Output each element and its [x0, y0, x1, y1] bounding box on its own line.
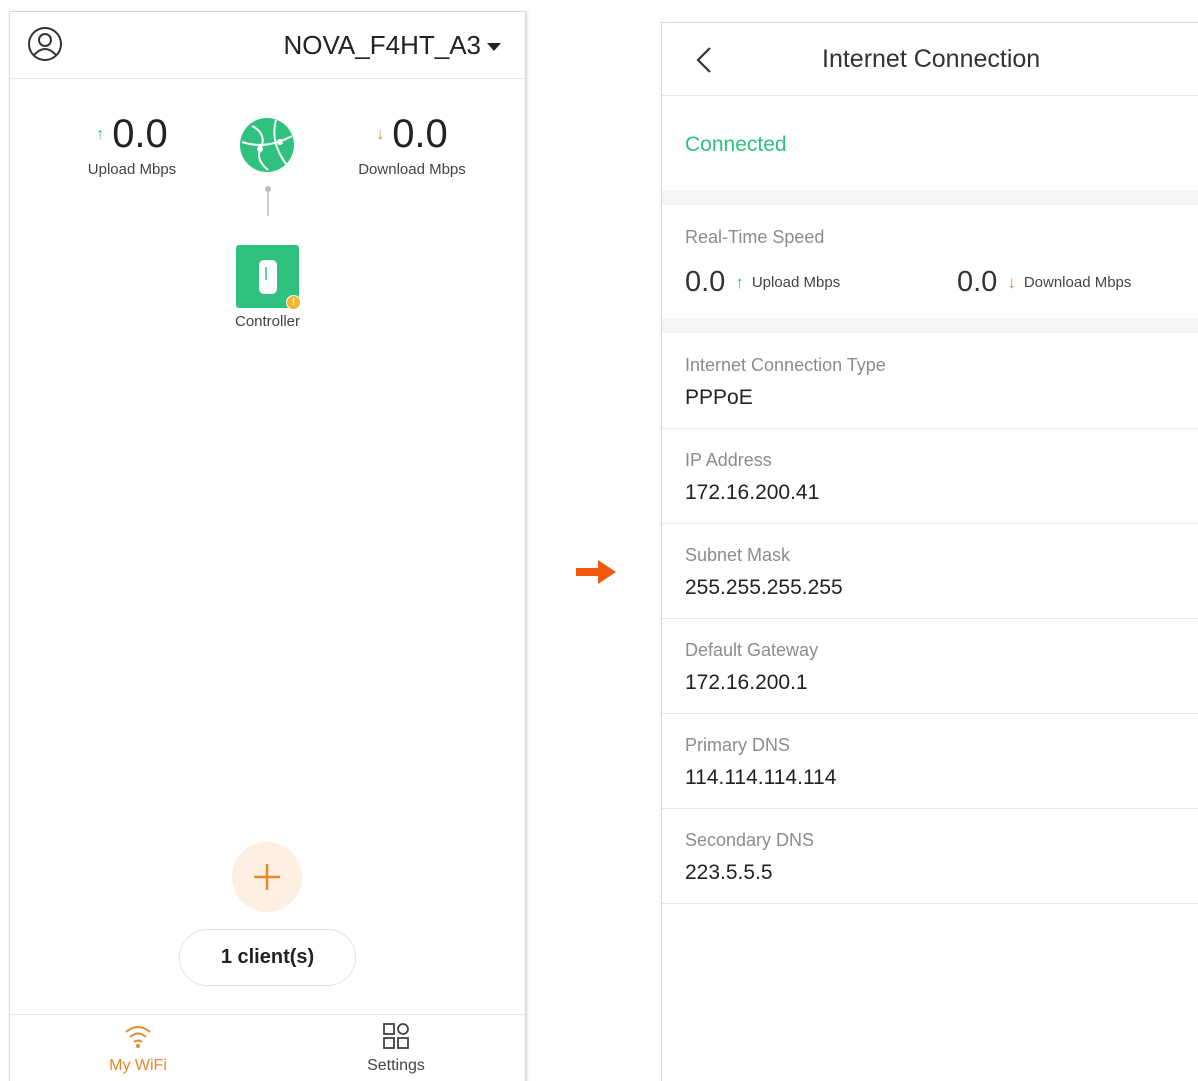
row-divider [662, 618, 1198, 619]
controller-label: Controller [234, 313, 301, 330]
row-divider [662, 523, 1198, 524]
nav-my-wifi[interactable]: My WiFi [78, 1021, 198, 1075]
router-device-icon [258, 259, 277, 294]
top-bar: NOVA_F4HT_A3 [10, 12, 525, 79]
wifi-icon [125, 1026, 151, 1048]
connection-status: Connected [685, 133, 787, 156]
arrow-down-icon: ↓ [1007, 272, 1016, 292]
warning-badge: ! [286, 295, 301, 310]
nav-settings-label: Settings [367, 1057, 425, 1074]
internet-connection-screen: Internet Connection Connected Real-Time … [661, 22, 1198, 1081]
download-label: Download Mbps [358, 161, 466, 178]
default-gateway-value: 172.16.200.1 [685, 671, 808, 694]
realtime-download-value: 0.0 [957, 266, 998, 298]
arrow-up-icon: ↑ [96, 125, 105, 143]
secondary-dns-value: 223.5.5.5 [685, 861, 773, 884]
primary-dns-value: 114.114.114.114 [685, 766, 837, 789]
ip-address-label: IP Address [685, 450, 772, 470]
nav-settings[interactable]: Settings [336, 1021, 456, 1075]
nav-my-wifi-label: My WiFi [109, 1057, 167, 1074]
page-title: Internet Connection [822, 45, 1041, 73]
connection-type-value: PPPoE [685, 386, 753, 409]
user-account-icon[interactable] [27, 26, 63, 62]
upload-speed: ↑ 0.0 Upload Mbps [72, 112, 192, 178]
arrow-down-icon: ↓ [376, 125, 385, 143]
my-wifi-screen: NOVA_F4HT_A3 ↑ 0.0 Upload Mbps ↓ 0.0 Dow… [9, 11, 526, 1081]
clients-button[interactable]: 1 client(s) [179, 929, 356, 986]
realtime-upload: 0.0 ↑ Upload Mbps [685, 266, 840, 299]
row-divider [662, 903, 1198, 904]
row-divider [662, 808, 1198, 809]
realtime-upload-value: 0.0 [685, 266, 726, 298]
plus-icon [254, 864, 280, 890]
section-divider [662, 190, 1198, 205]
default-gateway-label: Default Gateway [685, 640, 819, 660]
primary-dns-label: Primary DNS [685, 735, 791, 755]
row-divider [662, 428, 1198, 429]
ip-address-value: 172.16.200.41 [685, 481, 820, 504]
subnet-mask-value: 255.255.255.255 [685, 576, 843, 599]
top-bar: Internet Connection [662, 23, 1198, 96]
secondary-dns-label: Secondary DNS [685, 830, 815, 850]
realtime-download-unit: Download Mbps [1023, 274, 1132, 291]
grid-icon [383, 1023, 409, 1049]
upload-value: 0.0 [112, 112, 168, 156]
back-icon[interactable] [694, 45, 714, 75]
internet-globe-icon[interactable] [238, 116, 296, 174]
arrow-up-icon: ↑ [735, 272, 744, 292]
subnet-mask-label: Subnet Mask [685, 545, 791, 565]
bottom-nav: My WiFi Settings [10, 1014, 525, 1081]
connection-line [267, 192, 269, 216]
realtime-download: 0.0 ↓ Download Mbps [957, 266, 1131, 299]
section-divider [662, 318, 1198, 333]
network-name: NOVA_F4HT_A3 [283, 30, 481, 60]
arrow-right-icon [576, 560, 616, 584]
caret-down-icon [487, 42, 501, 51]
connection-type-label: Internet Connection Type [685, 355, 886, 375]
network-selector[interactable]: NOVA_F4HT_A3 [284, 30, 501, 61]
download-speed: ↓ 0.0 Download Mbps [352, 112, 472, 178]
upload-label: Upload Mbps [87, 161, 177, 178]
add-node-button[interactable] [232, 842, 302, 912]
realtime-upload-unit: Upload Mbps [751, 274, 841, 291]
row-divider [662, 713, 1198, 714]
realtime-speed-label: Real-Time Speed [685, 227, 825, 247]
download-value: 0.0 [392, 112, 448, 156]
